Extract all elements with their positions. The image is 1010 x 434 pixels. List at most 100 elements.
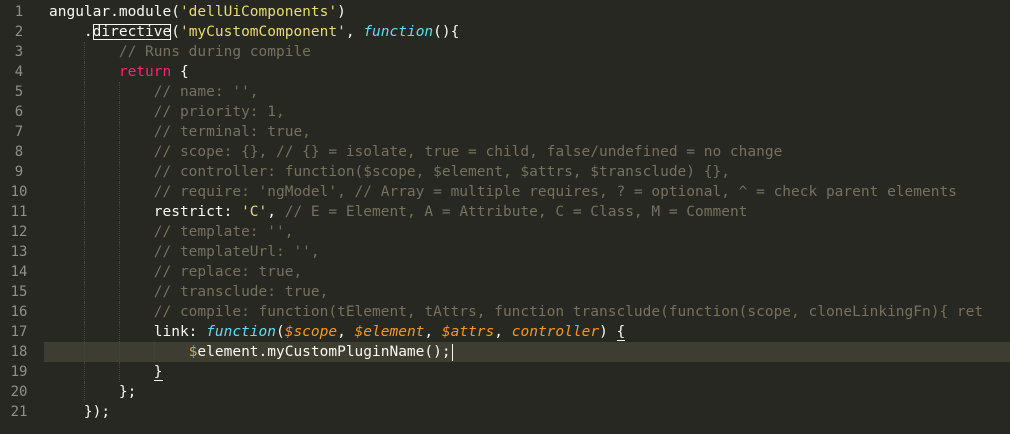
indent-guide: [83, 202, 85, 222]
indent-guide: [83, 322, 85, 342]
parameter-token: controller: [511, 324, 600, 340]
matched-bracket: {: [616, 324, 626, 341]
keyword-token: return: [118, 64, 172, 80]
indent-guide: [118, 102, 120, 122]
code-line[interactable]: // priority: 1,: [44, 102, 1010, 122]
code-token: };: [49, 384, 137, 400]
code-line[interactable]: angular.module('dellUiComponents'): [44, 2, 1010, 22]
code-line[interactable]: };: [44, 382, 1010, 402]
code-token: element.myCustomPluginName();: [197, 344, 451, 360]
code-token: restrict:: [49, 204, 242, 220]
indent-guide: [118, 162, 120, 182]
code-line[interactable]: }: [44, 362, 1010, 382]
matched-bracket: }: [153, 364, 163, 381]
line-number: 9: [14, 164, 24, 180]
indent-guide: [83, 42, 85, 62]
line-number-gutter: 1 2 3 4 5 6 7 8 9 10 11 12 13 14 15 16 17 18 19 20 21: [0, 0, 44, 434]
line-number: 11: [10, 204, 28, 220]
code-line[interactable]: // require: 'ngModel', // Array = multip…: [44, 182, 1010, 202]
line-number: 1: [14, 4, 24, 20]
indent-guide: [118, 322, 120, 342]
comment-token: // template: '',: [153, 224, 294, 240]
string-token: 'myCustomComponent': [179, 24, 346, 40]
indent-guide: [118, 202, 120, 222]
line-number: 2: [14, 24, 24, 40]
code-token: (: [275, 324, 285, 340]
indent-guide: [83, 62, 85, 82]
code-area[interactable]: angular.module('dellUiComponents') .dire…: [44, 0, 1010, 434]
code-token: ,: [424, 324, 442, 340]
line-number: 5: [14, 84, 24, 100]
code-line[interactable]: // replace: true,: [44, 262, 1010, 282]
indent-guide: [118, 342, 120, 362]
line-number: 7: [14, 124, 24, 140]
comment-token: // controller: function($scope, $element…: [153, 164, 730, 180]
line-number: 10: [10, 184, 28, 200]
code-line[interactable]: restrict: 'C', // E = Element, A = Attri…: [44, 202, 1010, 222]
code-line[interactable]: // name: '',: [44, 82, 1010, 102]
code-token: ,: [494, 324, 512, 340]
code-token: ,: [345, 24, 364, 40]
indent-guide: [118, 362, 120, 382]
code-line[interactable]: $element.myCustomPluginName();: [44, 342, 1010, 362]
code-line[interactable]: // scope: {}, // {} = isolate, true = ch…: [44, 142, 1010, 162]
code-token: {: [171, 64, 189, 80]
indent-guide: [118, 82, 120, 102]
comment-token: // priority: 1,: [153, 104, 285, 120]
code-token: (: [171, 24, 180, 40]
indent-guide: [83, 222, 85, 242]
line-number: 14: [10, 264, 28, 280]
code-line[interactable]: // templateUrl: '',: [44, 242, 1010, 262]
string-token: 'C': [241, 204, 268, 220]
indent-guide: [83, 162, 85, 182]
code-line[interactable]: return {: [44, 62, 1010, 82]
indent-guide: [118, 142, 120, 162]
code-token: link:: [49, 324, 207, 340]
comment-token: // name: '',: [153, 84, 259, 100]
code-line[interactable]: // transclude: true,: [44, 282, 1010, 302]
code-line[interactable]: });: [44, 402, 1010, 422]
indent-guide: [118, 222, 120, 242]
indent-guide: [153, 342, 155, 362]
comment-token: // replace: true,: [153, 264, 303, 280]
code-line[interactable]: link: function($scope, $element, $attrs,…: [44, 322, 1010, 342]
line-number: 13: [10, 244, 28, 260]
indent-guide: [118, 182, 120, 202]
code-line[interactable]: // compile: function(tElement, tAttrs, f…: [44, 302, 1010, 322]
parameter-token: $attrs: [441, 324, 495, 340]
code-line[interactable]: // controller: function($scope, $element…: [44, 162, 1010, 182]
comment-token: // transclude: true,: [153, 284, 329, 300]
code-token: ,: [267, 204, 285, 220]
indent-guide: [83, 122, 85, 142]
code-token: });: [49, 404, 111, 420]
line-number: 8: [14, 144, 24, 160]
code-line[interactable]: .directive('myCustomComponent', function…: [44, 22, 1010, 42]
storage-token: function: [363, 24, 434, 40]
code-editor[interactable]: 1 2 3 4 5 6 7 8 9 10 11 12 13 14 15 16 17 18 19 20 21 angula…: [0, 0, 1010, 434]
line-number: 20: [10, 384, 28, 400]
comment-token: // terminal: true,: [153, 124, 311, 140]
line-number: 15: [10, 284, 28, 300]
line-number: 6: [14, 104, 24, 120]
code-line[interactable]: // template: '',: [44, 222, 1010, 242]
line-number: 12: [10, 224, 28, 240]
indent-guide: [83, 182, 85, 202]
indent-guide: [83, 142, 85, 162]
line-number: 4: [14, 64, 24, 80]
indent-guide: [83, 342, 85, 362]
comment-token: // scope: {}, // {} = isolate, true = ch…: [153, 144, 783, 160]
line-number: 17: [10, 324, 28, 340]
highlighted-word: directive: [92, 24, 172, 40]
comment-token: // Runs during compile: [118, 44, 311, 60]
code-line[interactable]: // terminal: true,: [44, 122, 1010, 142]
comment-token: // templateUrl: '',: [153, 244, 320, 260]
code-line[interactable]: // Runs during compile: [44, 42, 1010, 62]
indent-guide: [118, 262, 120, 282]
line-number: 19: [10, 364, 28, 380]
